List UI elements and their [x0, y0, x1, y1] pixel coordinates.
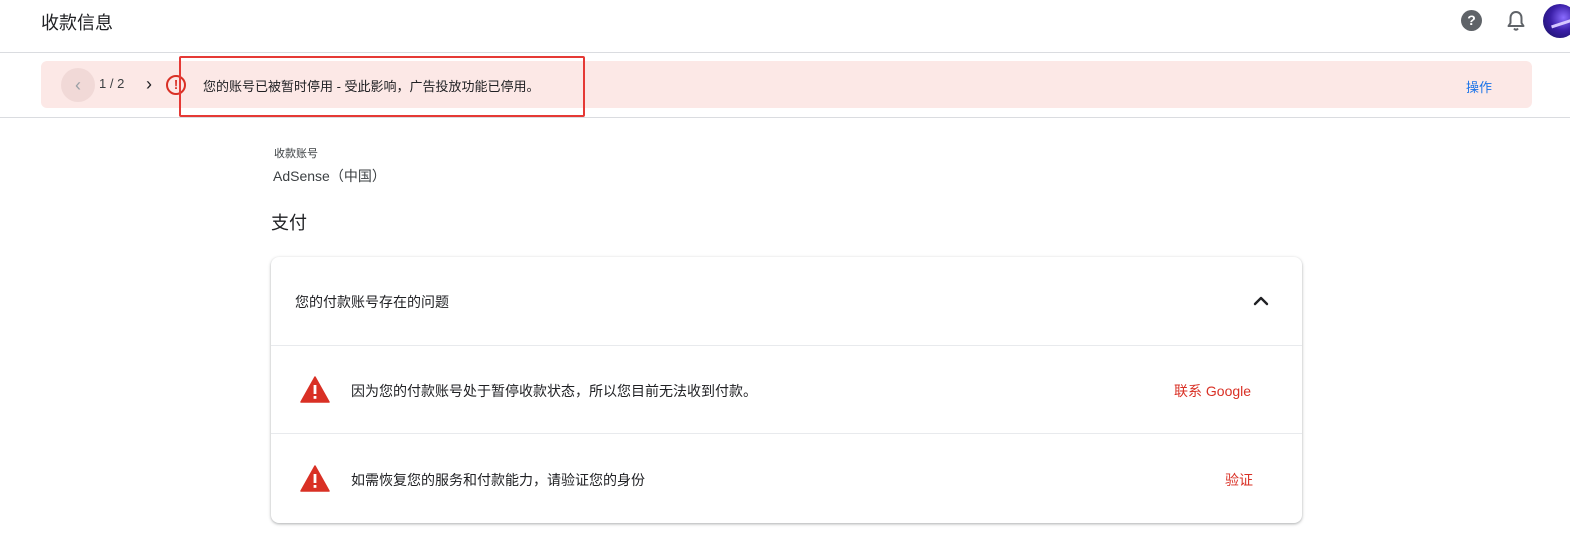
alert-banner: ‹ 1 / 2 › ! 您的账号已被暂时停用 - 受此影响，广告投放功能已停用。… — [41, 61, 1532, 108]
top-app-bar: 收款信息 ? — [0, 0, 1570, 53]
list-item: 如需恢复您的服务和付款能力，请验证您的身份 验证 — [271, 435, 1302, 523]
chevron-left-icon[interactable]: ‹ — [61, 68, 95, 102]
issue-text: 因为您的付款账号处于暂停收款状态，所以您目前无法收到付款。 — [351, 383, 757, 399]
chevron-right-icon[interactable]: › — [137, 72, 161, 96]
card-header[interactable]: 您的付款账号存在的问题 — [271, 257, 1302, 346]
avatar[interactable] — [1543, 4, 1570, 38]
contact-google-link[interactable]: 联系 Google — [1174, 381, 1251, 401]
alert-message: 您的账号已被暂时停用 - 受此影响，广告投放功能已停用。 — [203, 79, 540, 94]
actions-link[interactable]: 操作 — [1466, 77, 1492, 96]
help-icon[interactable]: ? — [1461, 10, 1482, 31]
chevron-up-icon[interactable] — [1251, 291, 1271, 311]
error-icon: ! — [166, 75, 186, 95]
bell-icon[interactable] — [1506, 10, 1526, 32]
list-item: 因为您的付款账号处于暂停收款状态，所以您目前无法收到付款。 联系 Google — [271, 346, 1302, 434]
issue-text: 如需恢复您的服务和付款能力，请验证您的身份 — [351, 472, 645, 488]
warning-icon — [300, 376, 330, 403]
pager-count: 1 / 2 — [99, 76, 125, 91]
card-title: 您的付款账号存在的问题 — [295, 294, 449, 310]
verify-link[interactable]: 验证 — [1225, 470, 1253, 490]
page-title: 收款信息 — [41, 13, 113, 33]
alert-banner-zone: ‹ 1 / 2 › ! 您的账号已被暂时停用 - 受此影响，广告投放功能已停用。… — [0, 53, 1570, 118]
payment-issues-card: 您的付款账号存在的问题 因为您的付款账号处于暂停收款状态，所以您目前无法收到付款… — [271, 257, 1302, 523]
warning-icon — [300, 465, 330, 492]
section-title-payments: 支付 — [271, 213, 307, 233]
account-label: 收款账号 — [274, 148, 318, 160]
account-value: AdSense（中国） — [273, 168, 386, 184]
